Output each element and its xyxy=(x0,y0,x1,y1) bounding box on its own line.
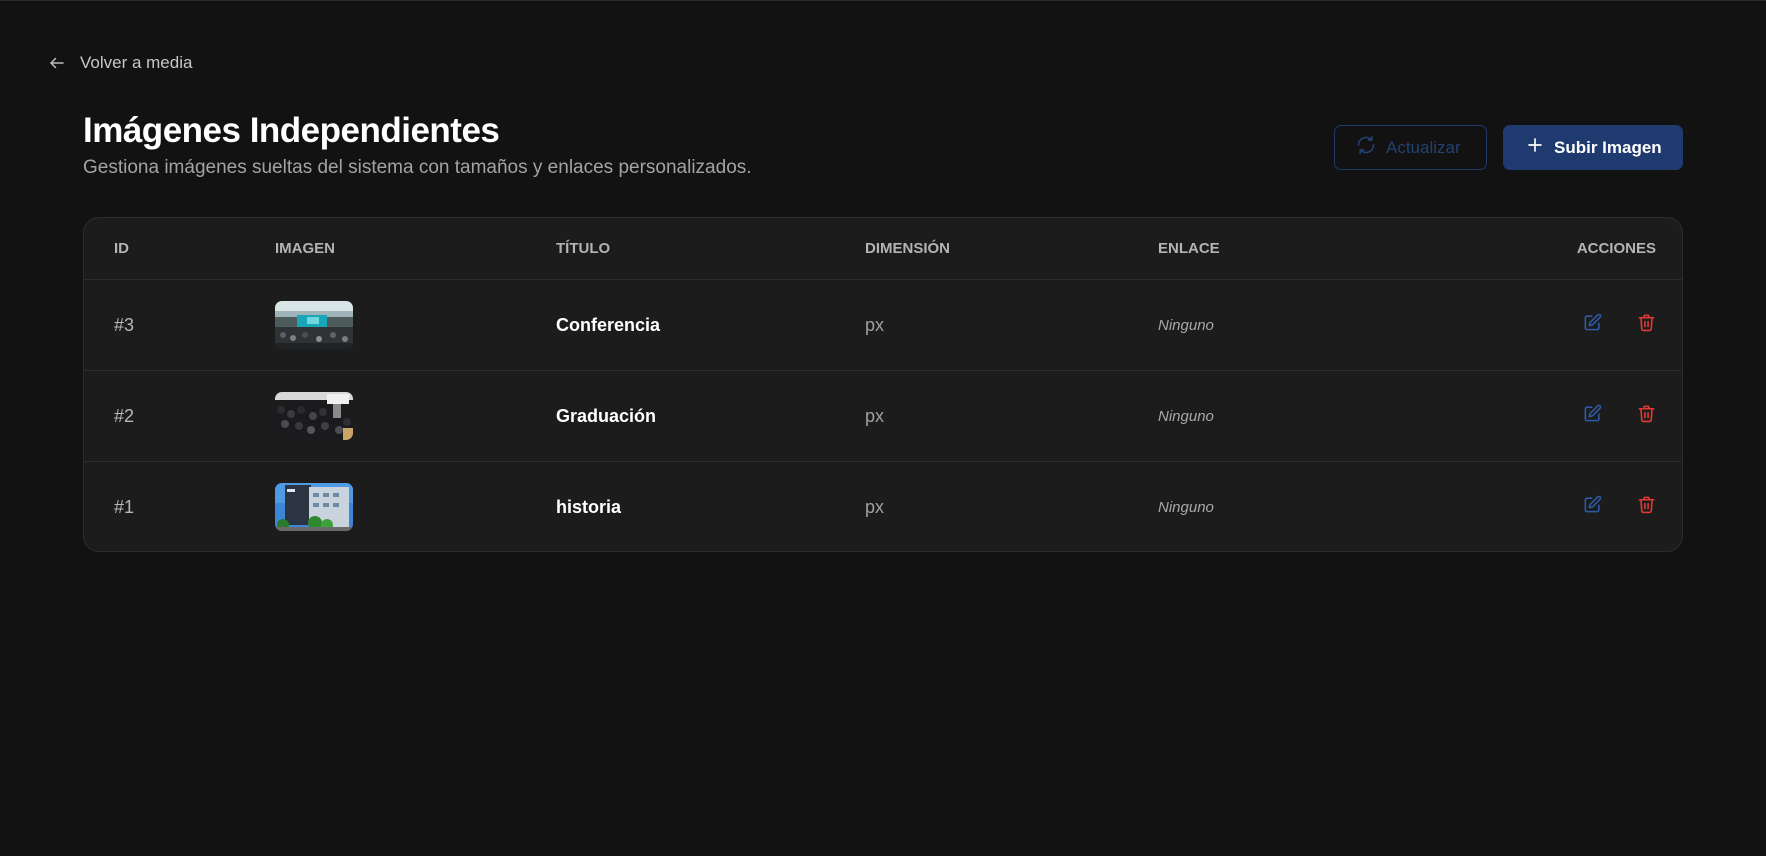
row-id: #3 xyxy=(114,314,135,335)
table-row: #3 Conferencia px Ninguno xyxy=(84,280,1682,371)
refresh-button-label: Actualizar xyxy=(1386,137,1461,157)
column-header-dimension: DIMENSIÓN xyxy=(865,240,951,257)
refresh-icon xyxy=(1356,135,1376,160)
plus-icon xyxy=(1526,136,1544,159)
column-header-title: TÍTULO xyxy=(556,240,611,257)
row-dimension: px xyxy=(865,405,885,426)
arrow-left-icon xyxy=(48,54,66,72)
column-header-actions: ACCIONES xyxy=(1576,240,1656,257)
row-title: Conferencia xyxy=(556,314,661,335)
row-dimension: px xyxy=(865,496,885,517)
header-actions: Actualizar Subir Imagen xyxy=(1334,125,1683,170)
trash-icon[interactable] xyxy=(1636,494,1656,514)
back-to-media-link[interactable]: Volver a media xyxy=(48,53,192,73)
edit-icon[interactable] xyxy=(1582,403,1602,423)
table-row: #2 Graduación px Ninguno xyxy=(84,371,1682,462)
row-dimension: px xyxy=(865,314,885,335)
refresh-button[interactable]: Actualizar xyxy=(1334,125,1487,170)
row-link: Ninguno xyxy=(1158,316,1214,334)
edit-icon[interactable] xyxy=(1582,312,1602,332)
column-header-link: ENLACE xyxy=(1158,240,1220,257)
row-id: #1 xyxy=(114,496,135,517)
page: Volver a media Imágenes Independientes G… xyxy=(0,0,1766,856)
table-header: ID IMAGEN TÍTULO DIMENSIÓN ENLACE ACCION… xyxy=(84,218,1682,280)
row-link: Ninguno xyxy=(1158,498,1214,516)
image-thumbnail[interactable] xyxy=(275,301,353,349)
images-table: ID IMAGEN TÍTULO DIMENSIÓN ENLACE ACCION… xyxy=(83,217,1683,552)
row-id: #2 xyxy=(114,405,135,426)
edit-icon[interactable] xyxy=(1582,494,1602,514)
row-link: Ninguno xyxy=(1158,407,1214,425)
column-header-id: ID xyxy=(114,240,129,257)
trash-icon[interactable] xyxy=(1636,403,1656,423)
table-row: #1 historia px Ninguno xyxy=(84,462,1682,551)
column-header-image: IMAGEN xyxy=(275,240,335,257)
upload-button-label: Subir Imagen xyxy=(1554,137,1662,157)
image-thumbnail[interactable] xyxy=(275,392,353,440)
trash-icon[interactable] xyxy=(1636,312,1656,332)
row-title: Graduación xyxy=(556,405,657,426)
image-thumbnail[interactable] xyxy=(275,483,353,531)
row-title: historia xyxy=(556,496,622,517)
back-link-label: Volver a media xyxy=(80,53,193,72)
upload-image-button[interactable]: Subir Imagen xyxy=(1503,125,1683,170)
